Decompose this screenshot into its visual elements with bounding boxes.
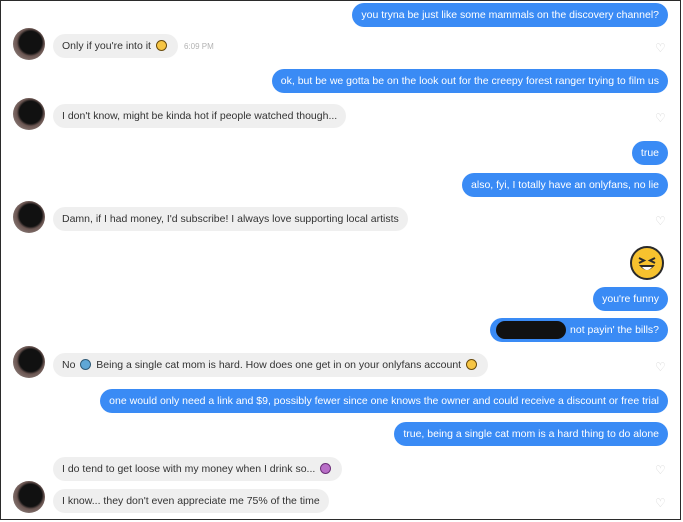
message-bubble-incoming[interactable]: I don't know, might be kinda hot if peop… [53, 104, 347, 128]
avatar[interactable] [13, 201, 45, 233]
crying-emoji-icon [80, 359, 92, 370]
heart-icon[interactable]: ♡ [655, 215, 667, 227]
message-bubble-outgoing[interactable]: you're funny [593, 287, 668, 311]
message-bubble-outgoing[interactable]: true [631, 141, 668, 165]
message-bubble-incoming[interactable]: I know... they don't even appreciate me … [53, 489, 329, 513]
message-bubble-incoming[interactable]: I do tend to get loose with my money whe… [53, 457, 343, 481]
laughing-face-drawing [638, 257, 656, 270]
heart-icon[interactable]: ♡ [655, 112, 667, 124]
message-bubble-outgoing[interactable]: not payin' the bills? [490, 318, 668, 342]
heart-icon[interactable]: ♡ [655, 361, 667, 373]
heart-icon[interactable]: ♡ [655, 42, 667, 54]
woman-gesturing-emoji-icon [320, 463, 332, 474]
avatar[interactable] [13, 346, 45, 378]
message-bubble-incoming[interactable]: No Being a single cat mom is hard. How d… [53, 353, 488, 377]
message-bubble-outgoing[interactable]: also, fyi, I totally have an onlyfans, n… [462, 173, 668, 197]
heart-icon[interactable]: ♡ [655, 464, 667, 476]
message-bubble-outgoing[interactable]: you tryna be just like some mammals on t… [352, 3, 668, 27]
avatar[interactable] [13, 481, 45, 513]
avatar[interactable] [13, 28, 45, 60]
message-timestamp: 6:09 PM [184, 42, 214, 51]
avatar[interactable] [13, 98, 45, 130]
message-bubble-incoming[interactable]: Only if you're into it [53, 34, 178, 58]
heart-icon[interactable]: ♡ [655, 497, 667, 509]
message-bubble-incoming[interactable]: Damn, if I had money, I'd subscribe! I a… [53, 207, 408, 231]
laughing-squint-emoji-icon[interactable] [630, 246, 664, 280]
chat-window: you tryna be just like some mammals on t… [0, 0, 681, 520]
message-bubble-outgoing[interactable]: true, being a single cat mom is a hard t… [394, 422, 668, 446]
redaction-mark [496, 321, 567, 339]
thinking-emoji-icon [466, 359, 477, 370]
smirk-emoji-icon [155, 40, 167, 51]
message-bubble-outgoing[interactable]: ok, but be we gotta be on the look out f… [271, 69, 668, 93]
message-bubble-outgoing[interactable]: one would only need a link and $9, possi… [100, 389, 668, 413]
